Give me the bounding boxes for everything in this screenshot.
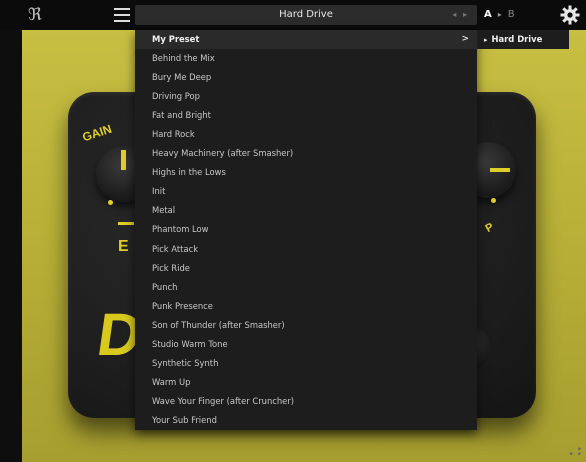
preset-item[interactable]: Punch <box>135 278 477 297</box>
preset-nav-arrows[interactable]: ◂ ▸ <box>452 5 469 25</box>
preset-name: Hard Drive <box>279 9 333 20</box>
preset-item[interactable]: Behind the Mix <box>135 49 477 68</box>
ab-copy-arrow[interactable]: ▸ <box>498 10 502 19</box>
menu-icon[interactable] <box>114 8 130 22</box>
preset-item[interactable]: Bury Me Deep <box>135 68 477 87</box>
knob-dot <box>491 198 496 203</box>
preset-item[interactable]: Heavy Machinery (after Smasher) <box>135 144 477 163</box>
preset-item[interactable]: Phantom Low <box>135 220 477 239</box>
resize-grip-icon[interactable]: • • • <box>569 446 582 460</box>
preset-item[interactable]: Wave Your Finger (after Cruncher) <box>135 392 477 411</box>
ab-b-button[interactable]: B <box>508 9 515 20</box>
submenu-item-hard-drive[interactable]: Hard Drive <box>492 34 543 44</box>
top-bar: ℜ Hard Drive ◂ ▸ A ▸ B <box>0 0 586 30</box>
chevron-right-icon: > <box>461 34 469 44</box>
brand-logo-icon[interactable]: ℜ <box>28 5 46 25</box>
label-underline <box>118 222 134 225</box>
knob-indicator <box>121 150 126 170</box>
preset-item[interactable]: Highs in the Lows <box>135 163 477 182</box>
menu-item-label: My Preset <box>152 34 200 44</box>
knob-dot <box>108 200 113 205</box>
preset-item[interactable]: Son of Thunder (after Smasher) <box>135 316 477 335</box>
preset-item[interactable]: Hard Rock <box>135 125 477 144</box>
preset-item[interactable]: Pick Attack <box>135 240 477 259</box>
preset-item[interactable]: Init <box>135 182 477 201</box>
settings-gear-icon[interactable] <box>560 5 580 25</box>
pedal-label-e: E <box>118 238 129 255</box>
knob-indicator <box>490 168 510 172</box>
preset-item[interactable]: Pick Ride <box>135 259 477 278</box>
preset-item[interactable]: Warm Up <box>135 373 477 392</box>
preset-item[interactable]: Synthetic Synth <box>135 354 477 373</box>
preset-selector[interactable]: Hard Drive ◂ ▸ <box>135 5 477 25</box>
ab-compare: A ▸ B <box>484 8 515 22</box>
ab-a-button[interactable]: A <box>484 9 492 20</box>
preset-item[interactable]: Punk Presence <box>135 297 477 316</box>
preset-submenu: ▸ Hard Drive <box>477 30 569 49</box>
preset-item[interactable]: Fat and Bright <box>135 106 477 125</box>
preset-item[interactable]: Studio Warm Tone <box>135 335 477 354</box>
selected-triangle-icon: ▸ <box>484 36 488 44</box>
preset-item[interactable]: Your Sub Friend <box>135 411 477 430</box>
preset-item[interactable]: Driving Pop <box>135 87 477 106</box>
preset-dropdown-menu: My Preset > Behind the Mix Bury Me Deep … <box>135 30 477 430</box>
preset-folder-item[interactable]: My Preset > <box>135 30 477 50</box>
preset-item[interactable]: Metal <box>135 201 477 220</box>
